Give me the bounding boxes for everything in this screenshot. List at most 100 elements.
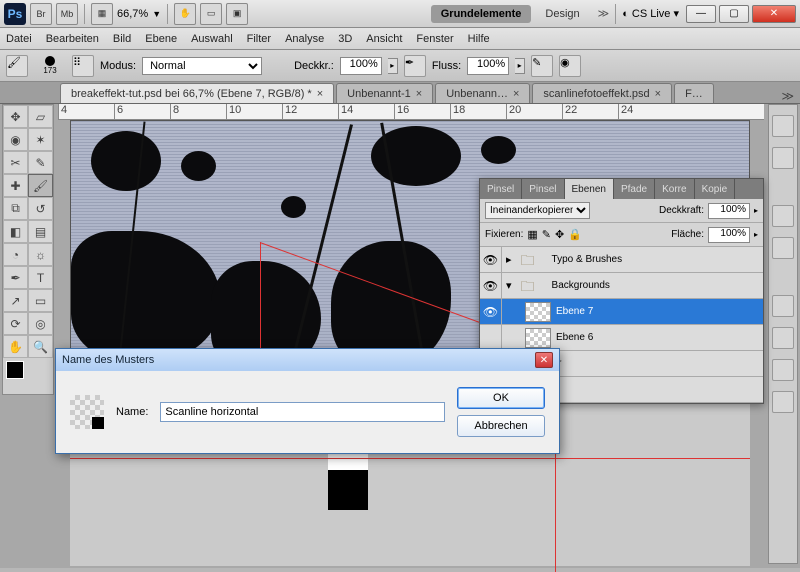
tool-preset-icon[interactable]: 🖌 (6, 55, 28, 77)
ok-button[interactable]: OK (457, 387, 545, 409)
eyedropper-tool[interactable]: ✎ (28, 151, 53, 174)
lock-move-icon[interactable]: ✥ (555, 228, 564, 241)
menu-hilfe[interactable]: Hilfe (468, 33, 490, 45)
blur-tool[interactable]: ◔ (3, 243, 28, 266)
brush-tool[interactable]: 🖌 (28, 174, 53, 197)
close-icon[interactable]: × (416, 88, 422, 100)
swatches-panel-icon[interactable] (772, 205, 794, 227)
menu-auswahl[interactable]: Auswahl (191, 33, 233, 45)
tab-pinsel[interactable]: Pinsel (480, 179, 522, 199)
stamp-tool[interactable]: ⧉ (3, 197, 28, 220)
flow-field[interactable]: 100% (467, 57, 509, 75)
menu-fenster[interactable]: Fenster (416, 33, 453, 45)
bridge-button[interactable]: Br (30, 3, 52, 25)
minibridge-button[interactable]: Mb (56, 3, 78, 25)
hand-tool[interactable]: ✋ (3, 335, 28, 358)
close-icon[interactable]: × (317, 88, 323, 100)
close-icon[interactable]: × (655, 88, 661, 100)
workspace-design[interactable]: Design (535, 5, 589, 23)
tablet-size-icon[interactable]: ◉ (559, 55, 581, 77)
pen-tool[interactable]: ✒ (3, 266, 28, 289)
lock-pixels-icon[interactable]: ▦ (527, 228, 537, 241)
fill-field[interactable]: 100% (708, 227, 750, 243)
styles-panel-icon[interactable] (772, 327, 794, 349)
cslive-button[interactable]: ◐ CS Live ▾ (622, 7, 679, 20)
view-extras-button[interactable]: ▦ (91, 3, 113, 25)
layer-row[interactable]: 👁 Ebene 7 (480, 299, 763, 325)
lock-all-icon[interactable]: 🔒 (568, 228, 582, 241)
path-tool[interactable]: ↗ (3, 289, 28, 312)
cancel-button[interactable]: Abbrechen (457, 415, 545, 437)
eraser-tool[interactable]: ◧ (3, 220, 28, 243)
adjustments-panel-icon[interactable] (772, 295, 794, 317)
tablet-opacity-icon[interactable]: ✒ (404, 55, 426, 77)
menu-ebene[interactable]: Ebene (145, 33, 177, 45)
tab-kopie[interactable]: Kopie (695, 179, 736, 199)
history-brush-tool[interactable]: ↺ (28, 197, 53, 220)
screen-mode-icon[interactable]: ▣ (226, 3, 248, 25)
camera-tool[interactable]: ◎ (28, 312, 53, 335)
minimize-button[interactable]: — (686, 5, 716, 23)
dialog-titlebar[interactable]: Name des Musters ✕ (56, 349, 559, 371)
layer-opacity-field[interactable]: 100% (708, 203, 750, 219)
gradient-tool[interactable]: ▤ (28, 220, 53, 243)
wand-tool[interactable]: ✶ (28, 128, 53, 151)
blend-mode-select[interactable]: Ineinanderkopieren (485, 202, 590, 219)
arrange-icon[interactable]: ▭ (200, 3, 222, 25)
para-panel-icon[interactable] (772, 147, 794, 169)
tab-pinsel2[interactable]: Pinsel (522, 179, 564, 199)
color-swatches[interactable] (3, 358, 53, 394)
menu-datei[interactable]: Datei (6, 33, 32, 45)
doc-tab-more[interactable]: F… (674, 83, 714, 103)
zoom-level[interactable]: 66,7% (117, 8, 148, 20)
zoom-tool[interactable]: 🔍 (28, 335, 53, 358)
menu-ansicht[interactable]: Ansicht (366, 33, 402, 45)
tab-ebenen[interactable]: Ebenen (565, 179, 614, 199)
tab-pfade[interactable]: Pfade (614, 179, 655, 199)
visibility-icon[interactable] (480, 325, 502, 351)
mode-select[interactable]: Normal (142, 57, 262, 75)
flow-arrow-icon[interactable]: ▸ (515, 58, 525, 74)
doc-tab-breakeffekt[interactable]: breakeffekt-tut.psd bei 66,7% (Ebene 7, … (60, 83, 334, 103)
shape-tool[interactable]: ▭ (28, 289, 53, 312)
doc-tab-unbenannt2[interactable]: Unbenann…× (435, 83, 530, 103)
menu-bild[interactable]: Bild (113, 33, 131, 45)
visibility-icon[interactable]: 👁 (480, 299, 502, 325)
char-panel-icon[interactable] (772, 115, 794, 137)
menu-analyse[interactable]: Analyse (285, 33, 324, 45)
move-tool[interactable]: ✥ (3, 105, 28, 128)
menu-bearbeiten[interactable]: Bearbeiten (46, 33, 99, 45)
close-icon[interactable]: × (513, 88, 519, 100)
heal-tool[interactable]: ✚ (3, 174, 28, 197)
close-button[interactable]: ✕ (752, 5, 796, 23)
tab-korrekturen[interactable]: Korre (655, 179, 694, 199)
3d-tool[interactable]: ⟳ (3, 312, 28, 335)
layer-row[interactable]: 👁 ▾ 🗀 Backgrounds (480, 273, 763, 299)
opacity-field[interactable]: 100% (340, 57, 382, 75)
channels-panel-icon[interactable] (772, 391, 794, 413)
workspace-more-icon[interactable]: ≫ (598, 7, 610, 20)
brush-panel-icon[interactable]: ⠿ (72, 55, 94, 77)
layer-row[interactable]: 👁 ▸ 🗀 Typo & Brushes (480, 247, 763, 273)
brush-preview[interactable]: 173 (34, 54, 66, 78)
hand-icon[interactable]: ✋ (174, 3, 196, 25)
workspace-grundelemente[interactable]: Grundelemente (431, 5, 532, 23)
doc-tab-unbenannt1[interactable]: Unbenannt-1× (336, 83, 433, 103)
dialog-close-icon[interactable]: ✕ (535, 352, 553, 368)
visibility-icon[interactable]: 👁 (480, 247, 502, 273)
color-panel-icon[interactable] (772, 237, 794, 259)
marquee-tool[interactable]: ▱ (28, 105, 53, 128)
pattern-name-input[interactable] (160, 402, 445, 422)
crop-tool[interactable]: ✂ (3, 151, 28, 174)
menu-3d[interactable]: 3D (338, 33, 352, 45)
lasso-tool[interactable]: ◉ (3, 128, 28, 151)
tabs-overflow-icon[interactable]: ≫ (781, 89, 794, 103)
menu-filter[interactable]: Filter (247, 33, 271, 45)
maximize-button[interactable]: ▢ (719, 5, 749, 23)
opacity-arrow-icon[interactable]: ▸ (388, 58, 398, 74)
type-tool[interactable]: T (28, 266, 53, 289)
lock-brush-icon[interactable]: ✎ (542, 228, 551, 241)
airbrush-icon[interactable]: ✎ (531, 55, 553, 77)
visibility-icon[interactable]: 👁 (480, 273, 502, 299)
layers-panel-icon[interactable] (772, 359, 794, 381)
